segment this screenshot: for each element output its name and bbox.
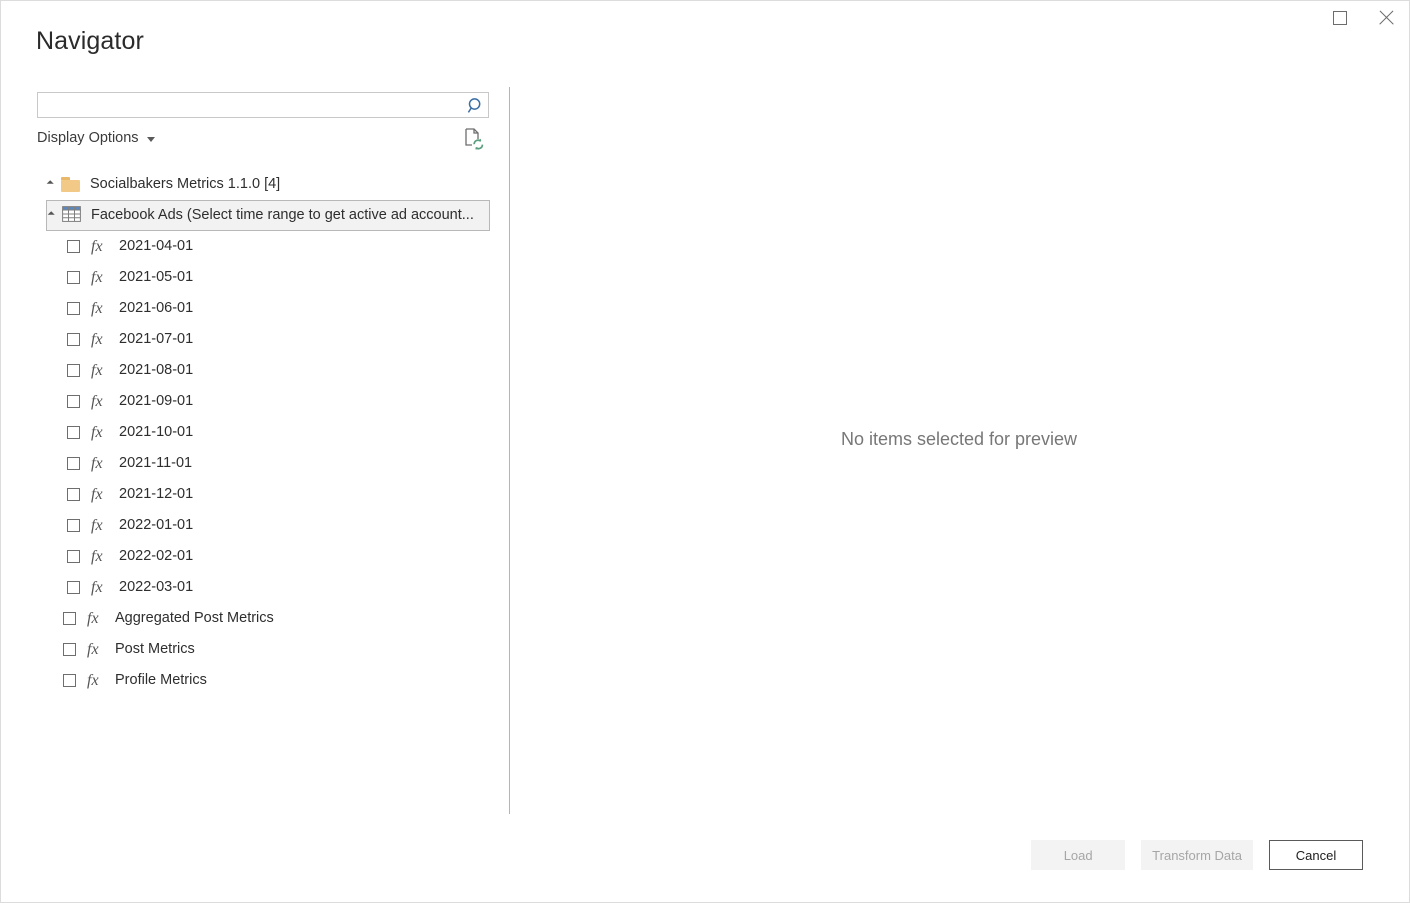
item-checkbox[interactable] <box>63 674 76 687</box>
item-checkbox[interactable] <box>67 457 80 470</box>
tree-item-label: 2021-07-01 <box>119 331 194 348</box>
tree-item[interactable]: fx 2021-11-01 <box>1 448 509 479</box>
tree-item-label: 2021-11-01 <box>119 455 193 472</box>
item-checkbox[interactable] <box>67 426 80 439</box>
item-checkbox[interactable] <box>67 395 80 408</box>
preview-pane: No items selected for preview <box>510 81 1408 816</box>
fx-icon: fx <box>91 299 103 317</box>
fx-icon: fx <box>91 485 103 503</box>
preview-empty-message: No items selected for preview <box>840 429 1078 449</box>
tree-item-label: 2021-04-01 <box>119 238 194 255</box>
expander-triangle-icon[interactable] <box>47 211 55 219</box>
fx-icon: fx <box>91 361 103 379</box>
tree-item-label: Profile Metrics <box>115 672 207 689</box>
tree-item[interactable]: fx Profile Metrics <box>1 665 509 696</box>
tree-item-label: 2021-08-01 <box>119 362 194 379</box>
tree-item-label: 2022-02-01 <box>119 548 194 565</box>
refresh-document-icon[interactable] <box>463 127 485 151</box>
tree-item[interactable]: fx 2021-06-01 <box>1 293 509 324</box>
item-checkbox[interactable] <box>67 302 80 315</box>
tree-item-label: 2021-10-01 <box>119 424 194 441</box>
page-title: Navigator <box>36 27 144 55</box>
window-controls <box>1317 1 1409 35</box>
tree-item-label: 2021-12-01 <box>119 486 194 503</box>
footer-buttons: Load Transform Data Cancel <box>1031 840 1363 870</box>
expander-triangle-icon[interactable] <box>46 180 54 188</box>
fx-icon: fx <box>91 392 103 410</box>
fx-icon: fx <box>91 516 103 534</box>
tree-item[interactable]: fx 2022-02-01 <box>1 541 509 572</box>
item-checkbox[interactable] <box>67 333 80 346</box>
close-button[interactable] <box>1363 2 1409 34</box>
tree-item[interactable]: fx 2021-09-01 <box>1 386 509 417</box>
tree-item[interactable]: fx 2021-05-01 <box>1 262 509 293</box>
search-box[interactable] <box>37 92 489 118</box>
table-grid-icon <box>62 205 91 226</box>
item-checkbox[interactable] <box>67 519 80 532</box>
display-options-dropdown[interactable]: Display Options <box>37 130 155 146</box>
display-options-label: Display Options <box>37 130 139 146</box>
search-input[interactable] <box>43 93 462 117</box>
fx-icon: fx <box>91 237 103 255</box>
tree-item[interactable]: Socialbakers Metrics 1.1.0 [4] <box>1 169 509 200</box>
tree-item[interactable]: fx 2021-08-01 <box>1 355 509 386</box>
navigator-dialog: Navigator Display Options Socialbakers M… <box>0 0 1410 903</box>
tree-item[interactable]: fx 2022-03-01 <box>1 572 509 603</box>
item-checkbox[interactable] <box>67 550 80 563</box>
tree-item-label: 2021-09-01 <box>119 393 194 410</box>
navigator-tree[interactable]: Socialbakers Metrics 1.1.0 [4] Facebook A… <box>1 169 509 696</box>
item-checkbox[interactable] <box>67 488 80 501</box>
fx-icon: fx <box>87 640 99 658</box>
dialog-footer: Load Transform Data Cancel <box>1 815 1409 901</box>
tree-item[interactable]: fx 2021-12-01 <box>1 479 509 510</box>
tree-item-label: 2022-01-01 <box>119 517 194 534</box>
fx-icon: fx <box>91 330 103 348</box>
folder-icon <box>61 177 80 192</box>
item-checkbox[interactable] <box>67 271 80 284</box>
tree-item-label: Aggregated Post Metrics <box>115 610 274 627</box>
load-button[interactable]: Load <box>1031 840 1126 870</box>
tree-item-label: Socialbakers Metrics 1.1.0 [4] <box>90 176 281 193</box>
fx-icon: fx <box>87 609 99 627</box>
tree-item-label: Post Metrics <box>115 641 195 658</box>
tree-item[interactable]: fx 2021-07-01 <box>1 324 509 355</box>
tree-item-label: 2022-03-01 <box>119 579 194 596</box>
fx-icon: fx <box>91 268 103 286</box>
tree-item[interactable]: fx 2021-04-01 <box>1 231 509 262</box>
item-checkbox[interactable] <box>63 643 76 656</box>
cancel-button[interactable]: Cancel <box>1269 840 1363 870</box>
search-icon[interactable] <box>462 93 488 117</box>
tree-item[interactable]: fx 2021-10-01 <box>1 417 509 448</box>
tree-item[interactable]: fx Aggregated Post Metrics <box>1 603 509 634</box>
fx-icon: fx <box>91 454 103 472</box>
close-icon <box>1378 10 1394 26</box>
tree-item-label: Facebook Ads (Select time range to get a… <box>91 208 474 223</box>
display-options-row: Display Options <box>37 127 489 151</box>
fx-icon: fx <box>87 671 99 689</box>
tree-item[interactable]: Facebook Ads (Select time range to get a… <box>46 200 490 231</box>
fx-icon: fx <box>91 578 103 596</box>
tree-item[interactable]: fx Post Metrics <box>1 634 509 665</box>
item-checkbox[interactable] <box>67 364 80 377</box>
maximize-icon <box>1333 11 1347 25</box>
fx-icon: fx <box>91 547 103 565</box>
tree-item[interactable]: fx 2022-01-01 <box>1 510 509 541</box>
fx-icon: fx <box>91 423 103 441</box>
item-checkbox[interactable] <box>67 240 80 253</box>
tree-item-label: 2021-05-01 <box>119 269 194 286</box>
navigation-panel: Display Options Socialbakers Metrics 1.1… <box>1 81 509 816</box>
transform-data-button[interactable]: Transform Data <box>1141 840 1253 870</box>
item-checkbox[interactable] <box>67 581 80 594</box>
tree-item-label: 2021-06-01 <box>119 300 194 317</box>
maximize-button[interactable] <box>1317 2 1363 34</box>
chevron-down-icon <box>146 137 155 142</box>
item-checkbox[interactable] <box>63 612 76 625</box>
